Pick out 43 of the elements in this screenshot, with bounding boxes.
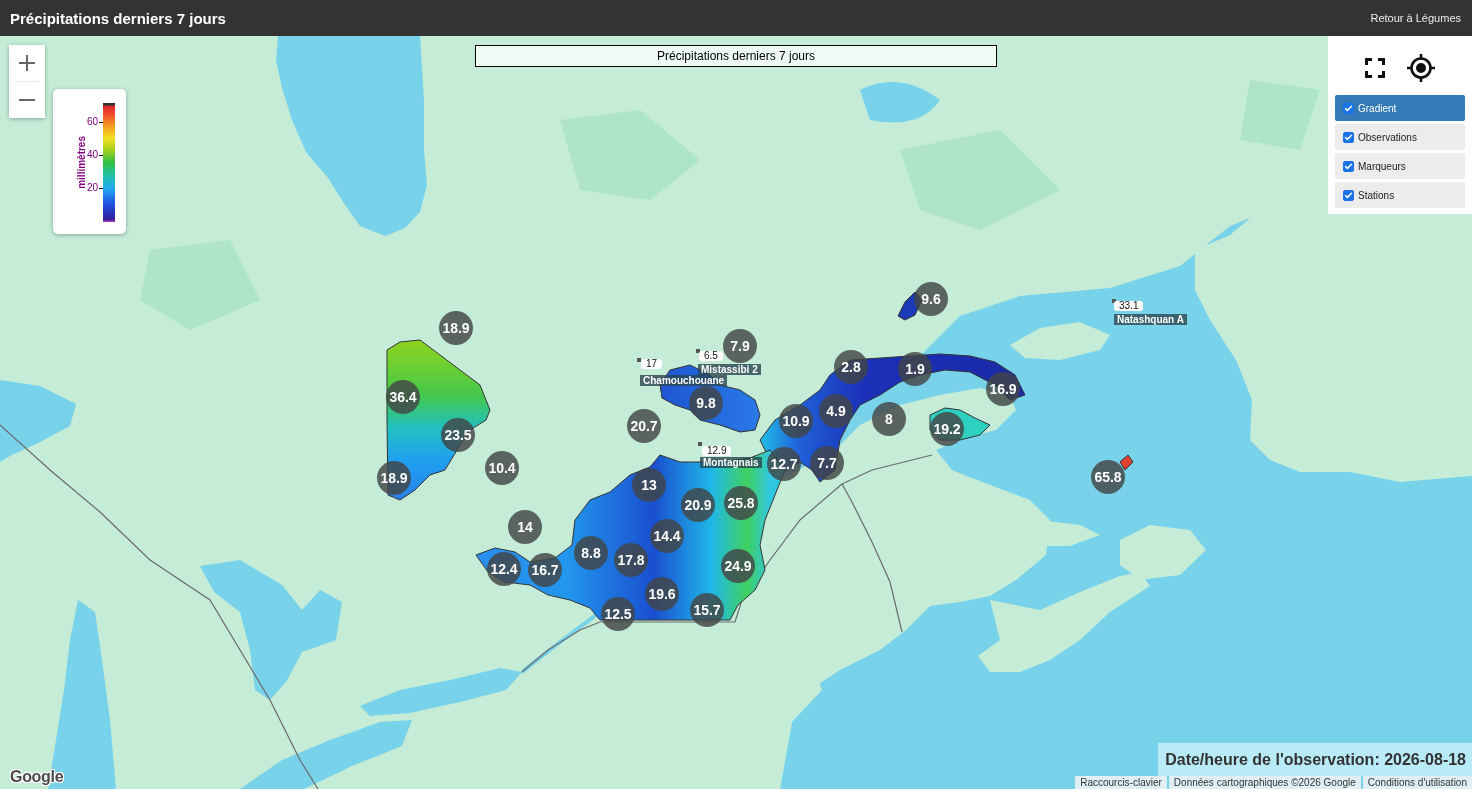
station-value: 6.5	[699, 351, 723, 361]
checkbox[interactable]	[1343, 189, 1354, 201]
checkbox[interactable]	[1343, 131, 1354, 143]
check-icon	[1344, 161, 1353, 171]
minus-icon	[19, 99, 35, 101]
legend-title: millimètres	[76, 136, 87, 189]
station-point-icon[interactable]	[696, 349, 700, 353]
station-value: 12.9	[702, 446, 732, 456]
checkbox[interactable]	[1343, 160, 1354, 172]
page-title: Précipitations derniers 7 jours	[10, 9, 226, 27]
station-name: Montagnais	[700, 457, 762, 468]
station-value: 17	[641, 359, 663, 369]
legend-tick-label: 40	[86, 150, 98, 160]
attribution-link[interactable]: Conditions d'utilisation	[1362, 776, 1472, 789]
legend-tick-label: 60	[86, 117, 98, 127]
back-link[interactable]: Retour à Légumes	[1370, 12, 1461, 24]
check-icon	[1344, 132, 1353, 142]
station-point-icon[interactable]	[1112, 299, 1116, 303]
map-title: Précipitations derniers 7 jours	[475, 45, 997, 67]
check-icon	[1344, 190, 1353, 200]
zoom-out-button[interactable]	[9, 82, 45, 118]
precipitation-area	[1119, 454, 1134, 471]
legend-tick-label: 20	[86, 183, 98, 193]
station-name: Chamouchouane	[640, 375, 728, 386]
fullscreen-icon	[1365, 58, 1385, 78]
check-icon	[1344, 103, 1353, 113]
observation-date: Date/heure de l'observation: 2026-08-18	[1158, 743, 1472, 776]
station-name: Mistassibi 2	[698, 364, 761, 375]
layer-toggle[interactable]: Marqueurs	[1335, 153, 1465, 179]
map-logo: Google	[10, 768, 64, 786]
attribution-link[interactable]: Raccourcis-clavier	[1075, 776, 1167, 789]
station-value: 33.1	[1114, 301, 1144, 311]
locate-button[interactable]	[1407, 54, 1435, 82]
layer-toggle[interactable]: Stations	[1335, 182, 1465, 208]
fullscreen-button[interactable]	[1365, 58, 1385, 78]
checkbox[interactable]	[1343, 102, 1354, 114]
layer-toggle[interactable]: Observations	[1335, 124, 1465, 150]
locate-icon	[1407, 54, 1435, 82]
plus-icon	[19, 55, 35, 71]
zoom-in-button[interactable]	[9, 45, 45, 81]
station-name: Natashquan A	[1114, 314, 1187, 325]
attribution-link[interactable]: Données cartographiques ©2026 Google	[1168, 776, 1361, 789]
layer-toggle[interactable]: Gradient	[1335, 95, 1465, 121]
